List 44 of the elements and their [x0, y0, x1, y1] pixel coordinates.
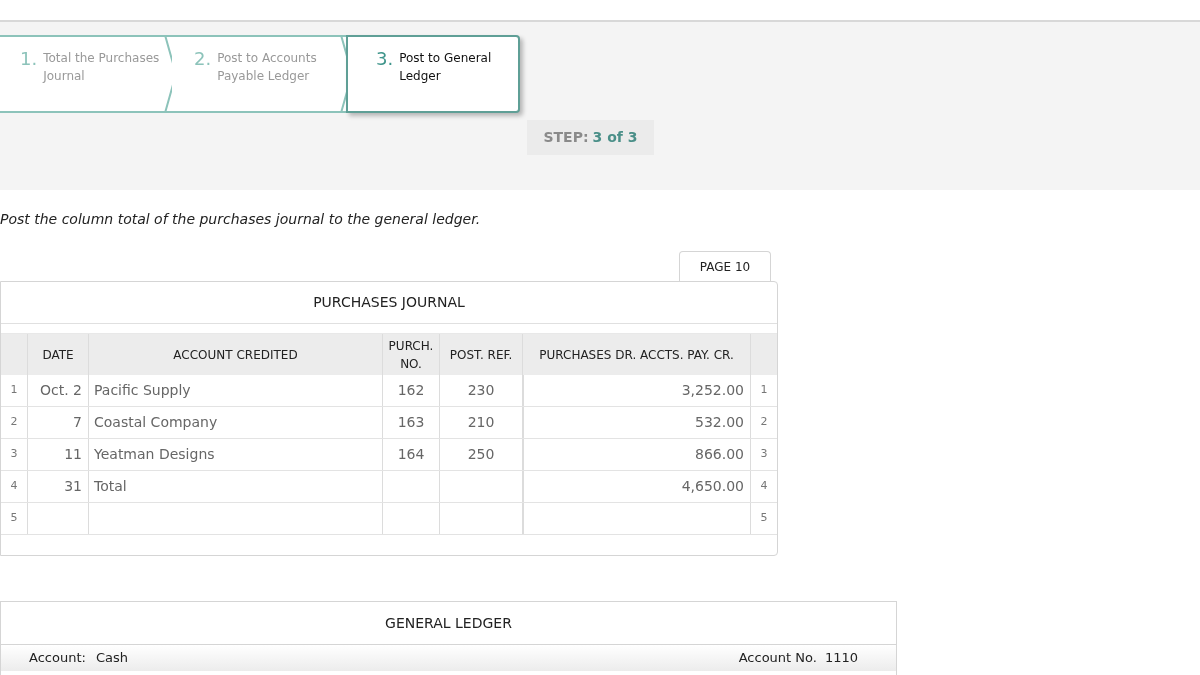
line-number: 1 — [10, 382, 18, 399]
line-number: 2 — [760, 414, 768, 431]
table-cell-text: 250 — [467, 445, 495, 464]
table-cell-text: 31 — [64, 477, 82, 496]
ledger-title: GENERAL LEDGER — [385, 613, 512, 633]
line-number: 3 — [10, 446, 18, 463]
step-indicator: STEP: 3 of 3 — [527, 120, 654, 155]
amount-cell-text: 532.00 — [695, 413, 744, 432]
account-number-label: Account No. — [738, 649, 817, 668]
line-number: 2 — [10, 414, 18, 431]
instruction-text: Post the column total of the purchases journal to the general ledger. — [0, 210, 481, 229]
line-number: 4 — [10, 478, 18, 495]
line-number: 5 — [10, 510, 18, 527]
step-tab[interactable]: 3. Post to General Ledger — [346, 35, 520, 113]
column-header: ACCOUNT CREDITED — [173, 346, 298, 364]
step-tab[interactable]: 1. Total the Purchases Journal — [0, 35, 172, 113]
column-header: PURCHASES DR. ACCTS. PAY. CR. — [539, 346, 734, 364]
step-tab[interactable]: 2. Post to Accounts Payable Ledger — [172, 35, 348, 113]
amount-cell-text: 4,650.00 — [681, 477, 744, 496]
table-cell-text: Yeatman Designs — [94, 445, 215, 464]
table-cell-text: 163 — [397, 413, 425, 432]
account-label: Account: — [29, 649, 86, 668]
account-name: Cash — [95, 649, 128, 668]
table-cell-text: 11 — [64, 445, 82, 464]
table-cell-text: Oct. 2 — [40, 381, 82, 400]
table-cell-text: Pacific Supply — [94, 381, 191, 400]
column-header: POST. REF. — [449, 346, 513, 364]
table-cell-text: Total — [94, 477, 127, 496]
line-number: 4 — [760, 478, 768, 495]
table-cell-text: 7 — [73, 413, 82, 432]
journal-title: PURCHASES JOURNAL — [313, 293, 465, 312]
line-number: 5 — [760, 510, 768, 527]
column-header: DATE — [42, 346, 74, 364]
table-cell-text: 164 — [397, 445, 425, 464]
table-cell-text: 162 — [397, 381, 425, 400]
amount-cell-text: 3,252.00 — [681, 381, 744, 400]
line-number: 3 — [760, 446, 768, 463]
table-cell-text: 210 — [467, 413, 495, 432]
table-cell-text: Coastal Company — [94, 413, 218, 432]
column-header: PURCH. NO. — [387, 337, 435, 373]
line-number: 1 — [760, 382, 768, 399]
amount-cell-text: 866.00 — [695, 445, 744, 464]
table-cell-text: 230 — [467, 381, 495, 400]
account-number: 1110 — [824, 649, 858, 668]
